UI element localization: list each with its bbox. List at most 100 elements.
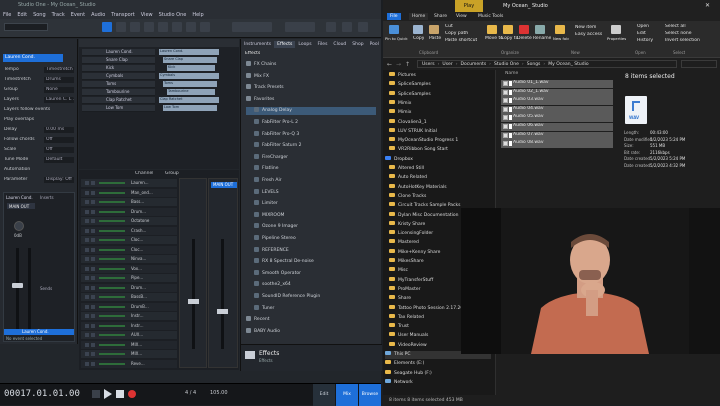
mixer-channel-row[interactable]: Ninva...: [81, 255, 177, 263]
mute-button[interactable]: [85, 342, 89, 347]
mixer-channel-row[interactable]: Instr...: [81, 321, 177, 330]
time-display[interactable]: 00017.01.01.00: [4, 389, 80, 399]
rename-icon[interactable]: [535, 25, 545, 34]
quantize-dropdown[interactable]: [285, 22, 315, 32]
cut-label[interactable]: Cut: [445, 24, 453, 29]
move-to-icon[interactable]: [487, 25, 497, 34]
ribbon-tab-home[interactable]: Home: [409, 13, 429, 20]
nav-item[interactable]: AutoHotKey Materials: [389, 183, 495, 192]
record-icon[interactable]: [128, 390, 136, 398]
file-row[interactable]: Audio 06.wav: [501, 123, 613, 131]
browser-item[interactable]: FireCharger: [246, 153, 376, 162]
inspector-row-value[interactable]: 0.00 ms: [44, 127, 74, 133]
inspector-row-value[interactable]: Timestretch: [44, 67, 74, 73]
back-arrow-icon[interactable]: ←: [387, 61, 392, 68]
solo-button[interactable]: [91, 266, 95, 271]
mute-button[interactable]: [85, 219, 89, 223]
browser-item[interactable]: Favorites: [246, 95, 376, 104]
mixer-channel-row[interactable]: Drum...: [81, 207, 177, 216]
copy-label[interactable]: Copy: [413, 36, 424, 41]
delete-label[interactable]: Delete: [517, 36, 532, 41]
eraser-tool-icon[interactable]: [144, 22, 154, 32]
nav-item[interactable]: Clovalien3_1: [389, 118, 495, 127]
track-search-field[interactable]: [4, 23, 48, 31]
browser-item[interactable]: Mix FX: [246, 72, 376, 81]
paint-tool-icon[interactable]: [158, 22, 168, 32]
mute-button[interactable]: [85, 276, 89, 280]
mixer-channel-row[interactable]: Octatone: [81, 217, 177, 225]
properties-label[interactable]: Properties: [607, 36, 626, 41]
solo-button[interactable]: [91, 247, 95, 252]
select-none-label[interactable]: Select none: [665, 31, 692, 36]
mute-button[interactable]: [85, 228, 89, 233]
mixer-channel-row[interactable]: Man_ond...: [81, 188, 177, 197]
menu-item-track[interactable]: Track: [52, 12, 65, 18]
name-column-header[interactable]: Name: [505, 71, 518, 76]
browser-item[interactable]: Analog Delay: [246, 107, 376, 116]
edit-label[interactable]: Edit: [637, 31, 646, 36]
breadcrumb[interactable]: Users › User › Documents › Studio One › Songs › My…: [417, 60, 677, 68]
nav-item[interactable]: LUV STRUK Initial: [389, 127, 495, 136]
file-row[interactable]: Audio 02_1.wav: [501, 88, 613, 97]
solo-button[interactable]: [91, 295, 95, 299]
mixer-channel-row[interactable]: Drum...: [81, 283, 177, 292]
browser-item[interactable]: Smooth Operator: [246, 269, 376, 278]
paste-icon[interactable]: [429, 25, 439, 34]
solo-button[interactable]: [91, 276, 95, 280]
nav-item[interactable]: Network: [385, 378, 491, 387]
file-row[interactable]: Audio 03.wav: [501, 97, 613, 106]
ribbon-tab-view[interactable]: View: [453, 13, 470, 20]
mute-button[interactable]: [85, 314, 89, 318]
nav-item[interactable]: Clone Tracks: [389, 192, 495, 201]
mute-button[interactable]: [85, 209, 89, 214]
mixer-channel-row[interactable]: MIX...: [81, 340, 177, 349]
copy-icon[interactable]: [413, 25, 423, 34]
mute-button[interactable]: [85, 304, 89, 309]
split-tool-icon[interactable]: [130, 22, 140, 32]
nav-item[interactable]: MyOceanStudio Progress 1: [389, 137, 495, 145]
stop-icon[interactable]: [116, 390, 124, 398]
solo-button[interactable]: [91, 323, 95, 328]
file-row[interactable]: Audio 08.wav: [501, 140, 613, 149]
mixer-channel-row[interactable]: Bass...: [81, 198, 177, 206]
forward-arrow-icon[interactable]: →: [396, 61, 401, 68]
solo-button[interactable]: [91, 219, 95, 223]
settings-icon[interactable]: [358, 22, 368, 32]
file-checkbox[interactable]: [503, 106, 508, 112]
solo-button[interactable]: [91, 304, 95, 309]
file-checkbox[interactable]: [503, 89, 508, 95]
solo-button[interactable]: [91, 352, 95, 356]
inspector-row-value[interactable]: None: [44, 87, 74, 93]
audio-clip[interactable]: Lauren Cond.: [159, 49, 219, 55]
audio-clip[interactable]: Cymbals: [159, 73, 219, 79]
browser-item[interactable]: SoundID Reference Plugin: [246, 293, 376, 301]
browser-item[interactable]: FabFilter Saturn 2: [246, 142, 376, 150]
copy-to-icon[interactable]: [503, 25, 513, 34]
search-input[interactable]: [681, 60, 717, 68]
up-arrow-icon[interactable]: ↑: [405, 61, 410, 68]
file-checkbox[interactable]: [503, 81, 508, 86]
snap-dropdown[interactable]: [232, 22, 272, 32]
browser-item[interactable]: Fresh Air: [246, 177, 376, 185]
new-folder-icon[interactable]: [555, 25, 565, 34]
solo-button[interactable]: [91, 209, 95, 214]
mixer-channel-row[interactable]: BassB...: [81, 293, 177, 301]
browser-item[interactable]: Recent: [246, 316, 376, 324]
nav-item[interactable]: Pictures: [389, 72, 495, 80]
browse-view-button[interactable]: Browse: [359, 384, 381, 406]
file-row[interactable]: Audio 07.wav: [501, 131, 613, 140]
copy-path-label[interactable]: Copy path: [445, 31, 468, 36]
file-checkbox[interactable]: [503, 132, 508, 138]
pin-label[interactable]: Pin to Quick access: [385, 36, 409, 41]
mixer-channel-row[interactable]: MIX...: [81, 350, 177, 358]
mute-button[interactable]: [85, 295, 89, 299]
inspector-row-value[interactable]: Off: [44, 137, 74, 143]
mute-button[interactable]: [85, 247, 89, 252]
browser-tab-instruments[interactable]: Instruments: [241, 41, 274, 48]
browser-item[interactable]: Track Presets: [246, 84, 376, 92]
browser-item[interactable]: Flatline: [246, 165, 376, 173]
inspector-row-value[interactable]: Default: [44, 157, 74, 163]
browser-tab-cloud[interactable]: Cloud: [330, 41, 349, 48]
arrow-tool-icon[interactable]: [102, 22, 112, 32]
mute-button[interactable]: [85, 352, 89, 356]
